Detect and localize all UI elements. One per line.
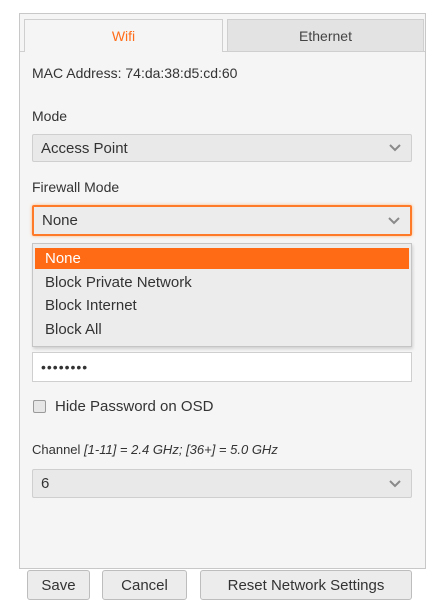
channel-select-value: 6 [41, 475, 50, 492]
hide-password-checkbox[interactable] [33, 400, 46, 413]
dropdown-option-none[interactable]: None [35, 248, 409, 269]
chevron-down-icon [389, 480, 401, 488]
firewall-mode-select[interactable]: None [32, 205, 412, 236]
tab-bar: Wifi Ethernet [20, 14, 425, 52]
save-button[interactable]: Save [27, 570, 90, 600]
dropdown-option-block-all[interactable]: Block All [35, 319, 409, 340]
firewall-select-value: None [42, 212, 78, 229]
tab-wifi[interactable]: Wifi [24, 19, 223, 52]
reset-network-settings-button[interactable]: Reset Network Settings [200, 570, 412, 600]
mode-select[interactable]: Access Point [32, 134, 412, 162]
channel-hint: [1-11] = 2.4 GHz; [36+] = 5.0 GHz [84, 442, 278, 457]
hide-password-label: Hide Password on OSD [55, 398, 214, 415]
channel-label-text: Channel [32, 442, 85, 457]
dropdown-option-block-internet[interactable]: Block Internet [35, 295, 409, 316]
dropdown-option-block-private-network[interactable]: Block Private Network [35, 272, 409, 293]
mode-label: Mode [32, 108, 68, 124]
firewall-mode-label: Firewall Mode [32, 179, 120, 195]
tab-ethernet[interactable]: Ethernet [227, 19, 424, 52]
channel-select[interactable]: 6 [32, 469, 412, 498]
channel-label: Channel [1-11] = 2.4 GHz; [36+] = 5.0 GH… [32, 442, 278, 457]
mode-select-value: Access Point [41, 139, 128, 157]
chevron-down-icon [389, 144, 401, 152]
password-input[interactable]: •••••••• [32, 352, 412, 382]
network-settings-panel: Wifi Ethernet MAC Address: 74:da:38:d5:c… [19, 13, 426, 569]
chevron-down-icon [388, 217, 400, 225]
mac-address: MAC Address: 74:da:38:d5:cd:60 [32, 65, 238, 81]
firewall-mode-dropdown: None Block Private Network Block Interne… [32, 243, 412, 347]
cancel-button[interactable]: Cancel [102, 570, 187, 600]
